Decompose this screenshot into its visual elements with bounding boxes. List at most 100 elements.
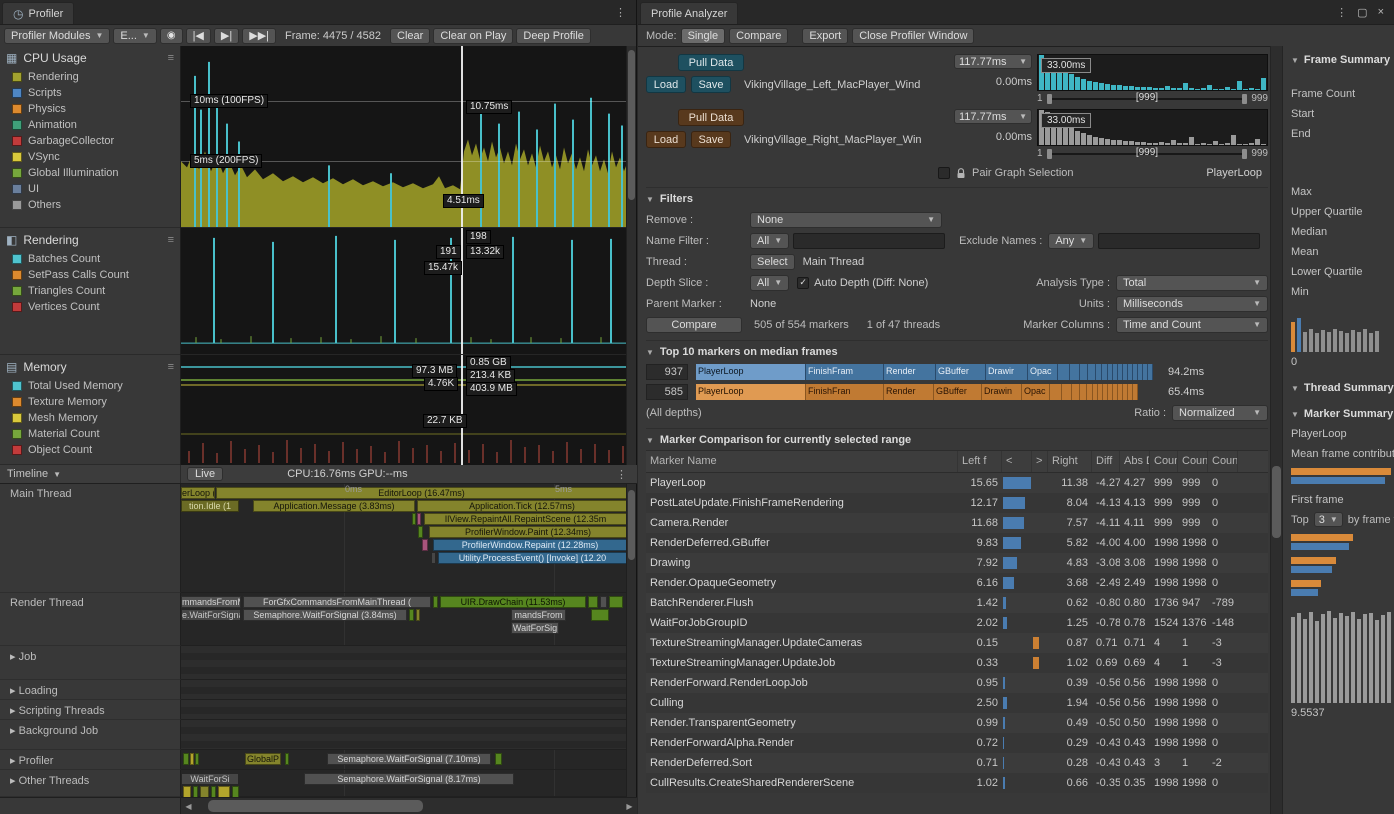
deep-profile-button[interactable]: Deep Profile [516, 28, 591, 44]
marker-segment[interactable] [1080, 364, 1088, 380]
timeline-span[interactable] [588, 596, 598, 608]
timeline-span[interactable]: e.WaitForSignal [181, 609, 241, 621]
name-filter-mode-dropdown[interactable]: All▼ [750, 233, 789, 249]
name-filter-input[interactable] [793, 233, 945, 249]
compare-button[interactable]: Compare [646, 317, 742, 333]
timeline-thread-label[interactable]: ▸ Loading [0, 680, 181, 700]
timeline-span[interactable] [195, 753, 199, 765]
timeline-scrollbar[interactable] [626, 484, 636, 797]
timeline-span[interactable] [422, 539, 428, 551]
marker-segment[interactable]: Drawir [986, 364, 1028, 380]
pull-data-button[interactable]: Pull Data [678, 109, 744, 126]
marker-segment[interactable]: PlayerLoop [696, 364, 806, 380]
marker-segment[interactable] [1070, 364, 1080, 380]
playhead-line[interactable] [461, 228, 463, 354]
timeline-span[interactable] [183, 786, 191, 797]
scrollbar-track[interactable] [196, 798, 622, 814]
timeline-span[interactable]: mandsFrom [511, 609, 566, 621]
marker-segment[interactable]: Render [884, 384, 934, 400]
chart-options-icon[interactable]: ≡ [168, 52, 174, 64]
cpu-usage-chart[interactable]: 10ms (100FPS) 5ms (200FPS) 10.75ms 4.51m… [181, 46, 627, 228]
prev-frame-button[interactable]: |◀ [186, 28, 211, 44]
marker-segment[interactable] [1133, 384, 1138, 400]
depth-slice-dropdown[interactable]: All▼ [750, 275, 789, 291]
scroll-right-icon[interactable]: ▶ [622, 802, 637, 811]
marker-segment[interactable] [1148, 364, 1153, 380]
table-row[interactable]: CullResults.CreateSharedRendererScene1.0… [646, 773, 1268, 793]
timeline-span[interactable] [193, 786, 198, 797]
close-icon[interactable]: × [1378, 6, 1384, 18]
maximize-icon[interactable]: ▢ [1357, 6, 1367, 19]
pair-graph-selection-checkbox[interactable] [938, 167, 950, 179]
marker-segment[interactable] [1088, 364, 1096, 380]
tab-profile-analyzer[interactable]: Profile Analyzer [640, 2, 738, 24]
charts-scrollbar[interactable] [626, 46, 636, 465]
table-row[interactable]: PlayerLoop15.6511.38-4.274.279999990 [646, 473, 1268, 493]
timeline-span[interactable]: ProfilerWindow.Paint (12.34ms) [429, 526, 627, 538]
timeline-span[interactable]: Application.Tick (12.57ms) [417, 500, 627, 512]
module-header[interactable]: ◧Rendering≡ [0, 228, 180, 251]
timeline-span[interactable] [183, 753, 189, 765]
legend-item-animation[interactable]: Animation [0, 117, 180, 133]
analysis-type-dropdown[interactable]: Total▼ [1116, 275, 1268, 291]
legend-item-material-count[interactable]: Material Count [0, 426, 180, 442]
tab-profiler[interactable]: ◷ Profiler [2, 2, 74, 24]
timeline-span[interactable] [433, 596, 438, 608]
target-dropdown[interactable]: E...▼ [113, 28, 156, 44]
marker-columns-dropdown[interactable]: Time and Count▼ [1116, 317, 1268, 333]
column-header-diff[interactable]: Diff [1092, 451, 1120, 472]
legend-item-object-count[interactable]: Object Count [0, 442, 180, 458]
auto-depth-checkbox[interactable]: ✓ [797, 277, 809, 289]
legend-item-triangles-count[interactable]: Triangles Count [0, 283, 180, 299]
column-header-abs-d[interactable]: Abs D [1120, 451, 1150, 472]
frame-time-histogram[interactable]: 33.00ms [1037, 54, 1268, 91]
units-dropdown[interactable]: Milliseconds▼ [1116, 296, 1268, 312]
remove-dropdown[interactable]: None▼ [750, 212, 942, 228]
table-row[interactable]: RenderForward.RenderLoopJob0.950.39-0.56… [646, 673, 1268, 693]
timeline-span[interactable]: ProfilerWindow.Repaint (12.28ms) [433, 539, 627, 551]
column-header-coun[interactable]: Coun [1150, 451, 1178, 472]
marker-comparison-header[interactable]: ▼Marker Comparison for currently selecte… [646, 428, 1268, 450]
frame-time-histogram[interactable]: 33.00ms [1037, 109, 1268, 146]
ratio-dropdown[interactable]: Normalized▼ [1172, 405, 1268, 421]
legend-item-total-used-memory[interactable]: Total Used Memory [0, 378, 180, 394]
legend-item-scripts[interactable]: Scripts [0, 85, 180, 101]
frame-range-slider[interactable]: [999] [1047, 148, 1248, 160]
marker-segment[interactable] [1058, 364, 1070, 380]
marker-segment[interactable]: GBuffer [936, 364, 986, 380]
slider-thumb-right[interactable] [1242, 94, 1247, 104]
top10-header[interactable]: ▼Top 10 markers on median frames [646, 340, 1268, 362]
legend-item-garbagecollector[interactable]: GarbageCollector [0, 133, 180, 149]
timeline-span[interactable] [418, 526, 423, 538]
timeline-span[interactable] [285, 753, 289, 765]
timeline-thread-label[interactable]: ▸ Background Job [0, 720, 181, 750]
scrollbar-thumb[interactable] [628, 490, 635, 560]
legend-item-mesh-memory[interactable]: Mesh Memory [0, 410, 180, 426]
legend-item-texture-memory[interactable]: Texture Memory [0, 394, 180, 410]
timeline-span[interactable]: EditorLoop (16.47ms) [216, 487, 627, 499]
timeline-span[interactable]: Application.Message (3.83ms) [253, 500, 415, 512]
timeline-span[interactable]: mmandsFromM [181, 596, 241, 608]
slider-thumb-left[interactable] [1047, 94, 1052, 104]
analyzer-scrollbar[interactable] [1270, 46, 1282, 814]
timeline-span[interactable] [412, 513, 416, 525]
marker-segment[interactable]: FinishFran [806, 384, 884, 400]
marker-segment[interactable]: PlayerLoop [696, 384, 806, 400]
clear-on-play-button[interactable]: Clear on Play [433, 28, 513, 44]
timeline-span[interactable]: IlView.RepaintAll.RepaintScene (12.35m [424, 513, 627, 525]
clear-button[interactable]: Clear [390, 28, 430, 44]
profiler-modules-dropdown[interactable]: Profiler Modules▼ [4, 28, 110, 44]
save-button[interactable]: Save [691, 131, 731, 148]
pull-data-button[interactable]: Pull Data [678, 54, 744, 71]
timeline-span[interactable]: Semaphore.WaitForSignal (8.17ms) [304, 773, 514, 785]
range-dropdown[interactable]: 117.77ms▼ [954, 109, 1032, 124]
timeline-span[interactable]: Semaphore.WaitForSignal (7.10ms) [327, 753, 491, 765]
column-header-marker-name[interactable]: Marker Name [646, 451, 958, 472]
table-row[interactable]: PostLateUpdate.FinishFrameRendering12.17… [646, 493, 1268, 513]
live-toggle[interactable]: Live [187, 467, 223, 481]
scrollbar-thumb[interactable] [208, 800, 423, 812]
table-row[interactable]: Render.TransparentGeometry0.990.49-0.500… [646, 713, 1268, 733]
timeline-span[interactable] [431, 552, 436, 564]
timeline-span[interactable]: Utility.ProcessEvent() [Invoke] (12.20 [438, 552, 627, 564]
timeline-span[interactable] [417, 513, 421, 525]
